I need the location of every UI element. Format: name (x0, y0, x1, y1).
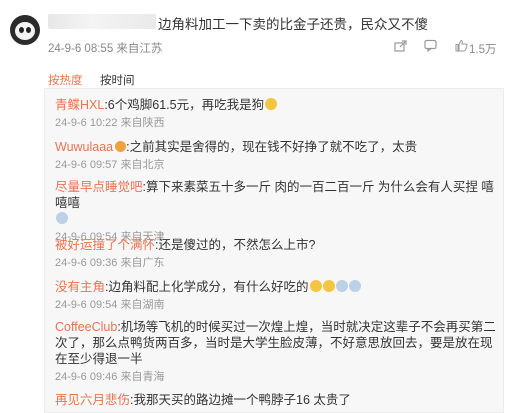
share-icon[interactable] (394, 39, 407, 55)
sort-by-hot-tab[interactable]: 按热度 (48, 72, 83, 88)
reply-author[interactable]: 被好运撞了个满怀 (55, 238, 155, 252)
reply-item: 青鲽HXL:6个鸡脚61.5元，再吃我是狗 24-9-6 10:22 来自陕西 (55, 97, 500, 130)
reply-list: 青鲽HXL:6个鸡脚61.5元，再吃我是狗 24-9-6 10:22 来自陕西 … (44, 88, 504, 413)
author-avatar[interactable] (10, 15, 40, 45)
reply-item: 没有主角:边角料配上化学成分，有什么好吃的 24-9-6 09:54 来自湖南 (55, 279, 500, 312)
reply-text: :之前其实是舍得的，现在钱不好挣了就不吃了，太贵 (126, 140, 418, 154)
grin-emoji-icon (265, 98, 278, 110)
reply-date: 24-9-6 09:54 (55, 299, 118, 311)
member-badge-icon (115, 141, 127, 152)
reply-author[interactable]: Wuwulaaa (55, 140, 113, 154)
reply-author[interactable]: CoffeeClub (55, 320, 117, 334)
reply-source: 来自湖南 (120, 299, 165, 311)
smile-emoji-icon (322, 280, 335, 292)
comment-sort-tabs: 按热度 按时间 (48, 70, 488, 88)
reply-item: 尽量早点睡觉吧:算下来素菜五十多一斤 肉的一百二百一斤 为什么会有人买捏 嘻嘻嘻… (55, 179, 500, 244)
reply-item: 再见六月悲伤:我那天买的路边摊一个鸭脖子16 太贵了 (55, 392, 500, 408)
reply-source: 来自青海 (120, 371, 165, 383)
post-meta: 24-9-6 08:55 来自江苏 (48, 40, 162, 56)
reply-source: 来自广东 (120, 257, 165, 269)
reply-source: 来自北京 (120, 159, 165, 171)
reply-source: 来自陕西 (120, 117, 165, 129)
laugh-emoji-icon (56, 212, 68, 224)
smile-emoji-icon (309, 280, 322, 292)
post-source: 来自江苏 (116, 43, 163, 55)
reply-date: 24-9-6 10:22 (55, 117, 118, 129)
reply-item: 被好运撞了个满怀:还是傻过的，不然怎么上市? 24-9-6 09:36 来自广东 (55, 237, 500, 270)
reply-text: :机场等飞机的时候买过一次煌上煌，当时就决定这辈子不会再买第二次了，那么点鸭货两… (55, 320, 496, 366)
reply-text: :边角料配上化学成分，有什么好吃的 (105, 280, 309, 294)
reply-item: CoffeeClub:机场等飞机的时候买过一次煌上煌，当时就决定这辈子不会再买第… (55, 319, 500, 384)
post-text: 边角料加工一下卖的比金子还贵，民众又不傻 (158, 17, 428, 32)
reply-author[interactable]: 尽量早点睡觉吧 (55, 180, 143, 194)
reply-date: 24-9-6 09:57 (55, 159, 118, 171)
reply-author[interactable]: 再见六月悲伤 (55, 393, 130, 407)
weibo-post: 边角料加工一下卖的比金子还贵，民众又不傻 24-9-6 08:55 来自江苏 1… (0, 0, 510, 70)
reply-author[interactable]: 没有主角 (55, 280, 105, 294)
reply-date: 24-9-6 09:36 (55, 257, 118, 269)
reply-author[interactable]: 青鲽HXL (55, 98, 104, 112)
author-name-redacted[interactable] (48, 14, 156, 29)
reply-text: :我那天买的路边摊一个鸭脖子16 太贵了 (130, 393, 351, 407)
reply-text: :6个鸡脚61.5元，再吃我是狗 (104, 98, 265, 112)
reply-text: :还是傻过的，不然怎么上市? (155, 238, 316, 252)
reply-date: 24-9-6 09:46 (55, 371, 118, 383)
comment-icon[interactable] (424, 39, 437, 55)
post-date: 24-9-6 08:55 (48, 43, 114, 55)
like-count: 1.5万 (469, 44, 497, 56)
reply-item: Wuwulaaa :之前其实是舍得的，现在钱不好挣了就不吃了，太贵 24-9-6 … (55, 139, 500, 172)
cry-emoji-icon (335, 280, 348, 292)
cry-emoji-icon (348, 280, 361, 292)
sort-by-time-tab[interactable]: 按时间 (100, 72, 135, 88)
like-icon[interactable] (455, 39, 468, 55)
